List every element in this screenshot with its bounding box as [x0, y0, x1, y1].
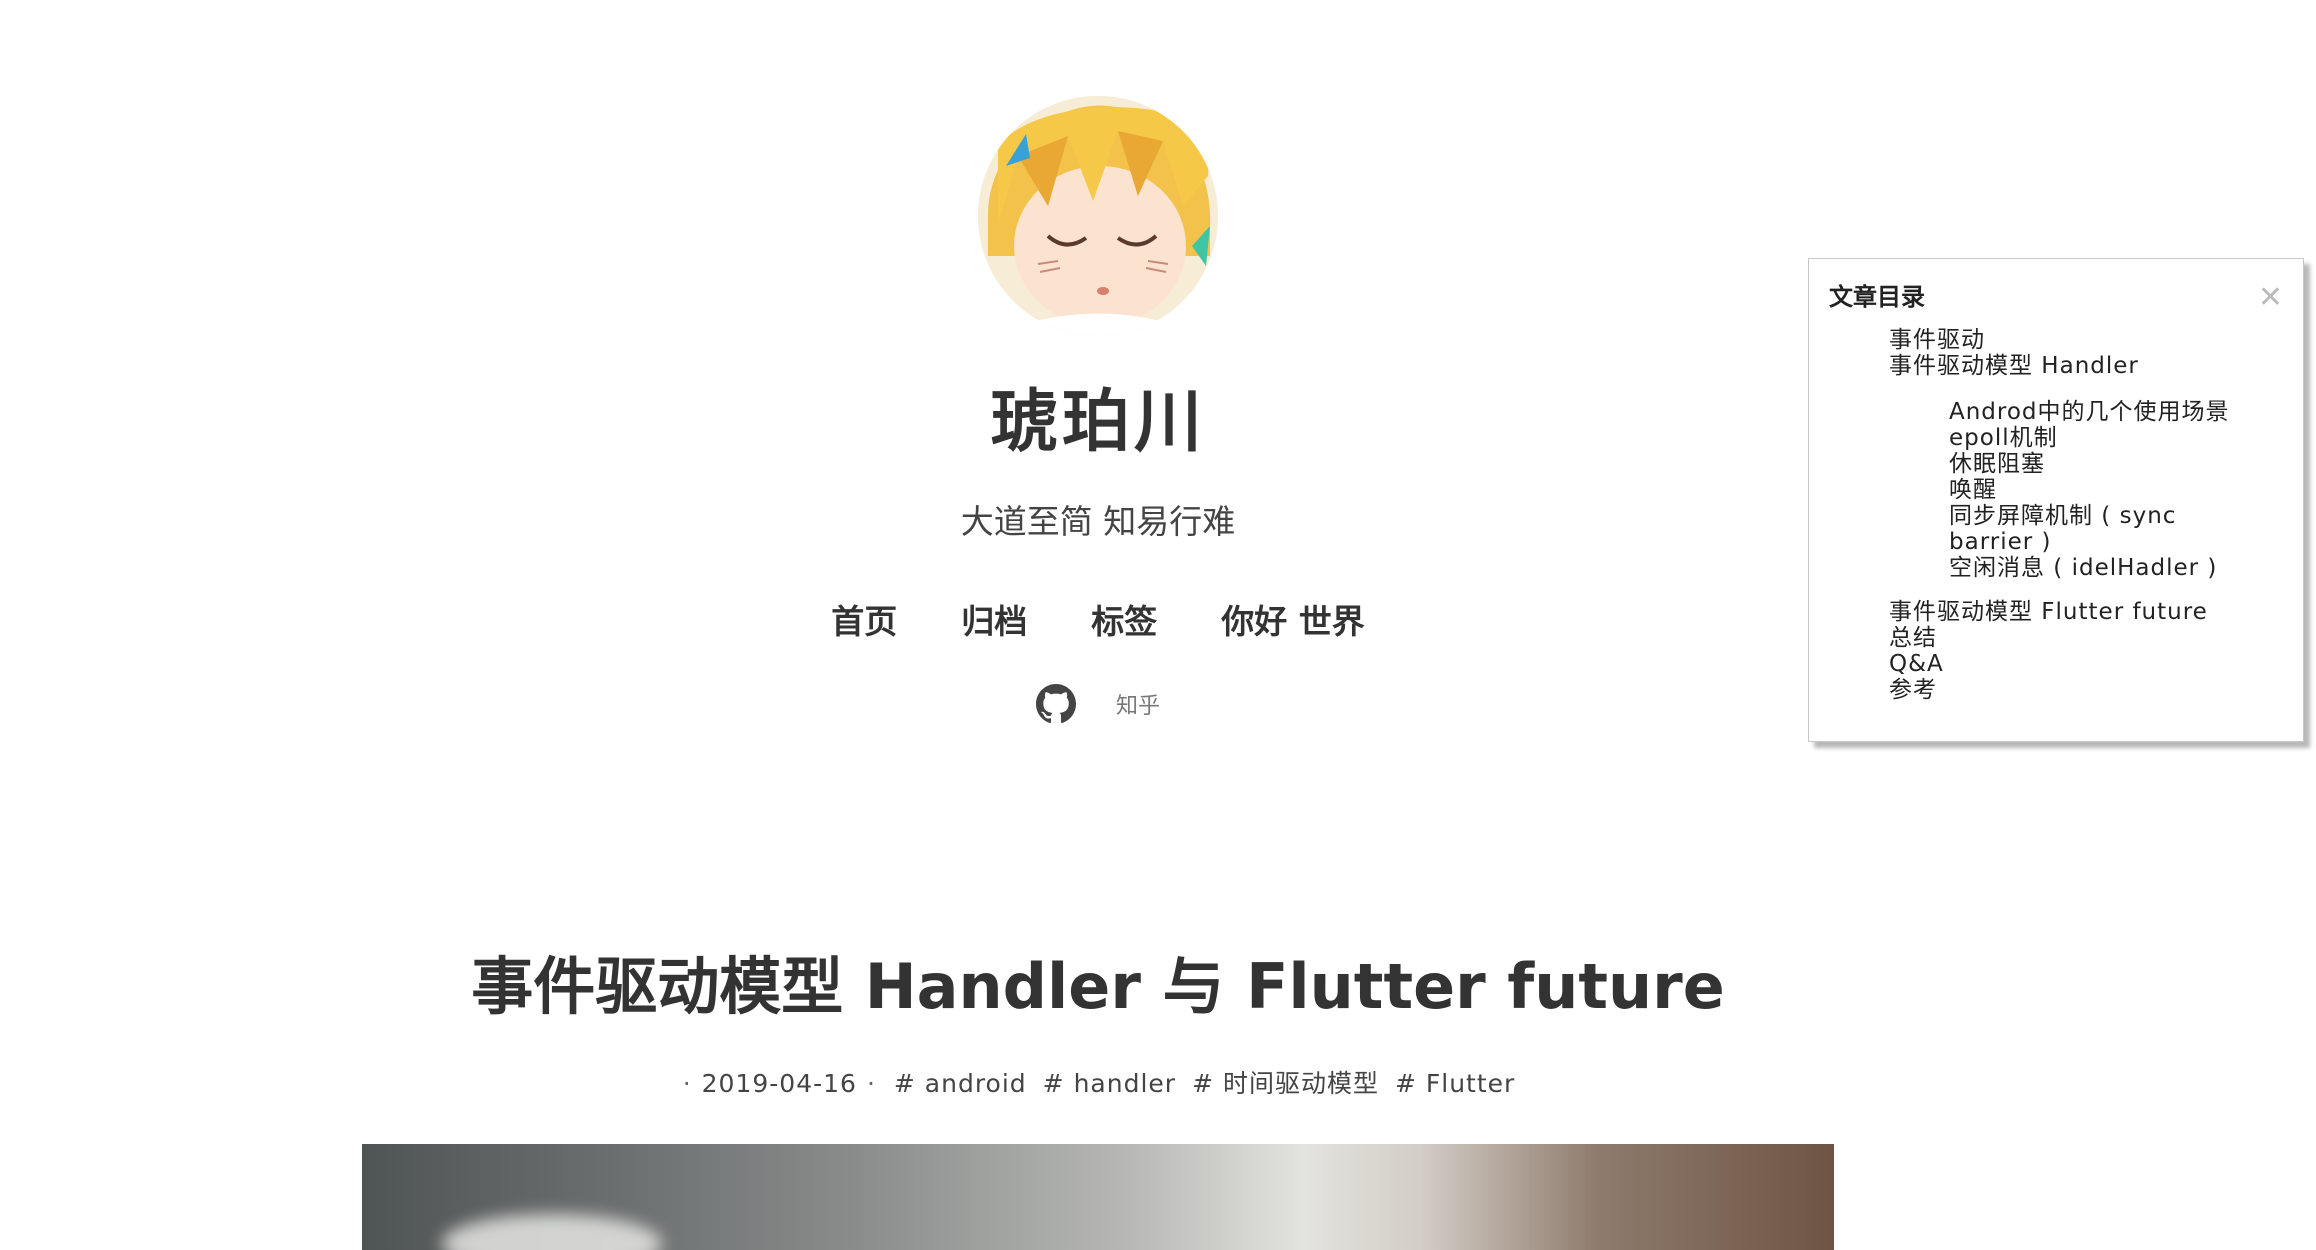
toc-list: 事件驱动 事件驱动模型 Handler Androd中的几个使用场景 epoll… — [1809, 327, 2303, 703]
post-cover-image — [362, 1144, 1834, 1250]
avatar-image — [978, 96, 1218, 336]
toc-panel: 文章目录 ✕ 事件驱动 事件驱动模型 Handler Androd中的几个使用场… — [1808, 258, 2304, 742]
nav-item-tags[interactable]: 标签 — [1091, 596, 1157, 648]
toc-item[interactable]: 事件驱动模型 Flutter future — [1809, 599, 2303, 625]
toc-item[interactable]: 唤醒 — [1809, 477, 2303, 503]
toc-item[interactable]: 事件驱动模型 Handler — [1809, 353, 2303, 379]
page: 琥珀川 大道至简 知易行难 首页 归档 标签 你好 世界 知乎 文章目录 ✕ 事… — [0, 0, 2316, 1250]
close-icon[interactable]: ✕ — [2258, 283, 2283, 313]
tag-link[interactable]: # handler — [1043, 1069, 1176, 1098]
toc-item[interactable]: Androd中的几个使用场景 — [1809, 399, 2303, 425]
toc-item[interactable]: 总结 — [1809, 625, 2303, 651]
toc-item[interactable]: 参考 — [1809, 677, 2303, 703]
toc-item[interactable]: 休眠阻塞 — [1809, 451, 2303, 477]
nav-item-archive[interactable]: 归档 — [961, 596, 1027, 648]
post-title[interactable]: 事件驱动模型 Handler 与 Flutter future — [0, 944, 2196, 1030]
github-icon[interactable] — [1035, 684, 1076, 724]
nav-item-home[interactable]: 首页 — [831, 596, 897, 648]
zhihu-link[interactable]: 知乎 — [1116, 688, 1160, 720]
toc-item[interactable]: 事件驱动 — [1809, 327, 2303, 353]
tag-link[interactable]: # Flutter — [1395, 1069, 1515, 1098]
tag-link[interactable]: # 时间驱动模型 — [1192, 1069, 1379, 1098]
tag-link[interactable]: # android — [894, 1069, 1027, 1098]
avatar[interactable] — [978, 96, 1218, 336]
meta-separator: · — [866, 1069, 876, 1098]
post-meta: · 2019-04-16 · # android # handler # 时间驱动模型 # … — [0, 1066, 2196, 1102]
toc-item[interactable]: epoll机制 — [1809, 425, 2303, 451]
nav-item-hello-world[interactable]: 你好 世界 — [1221, 596, 1365, 648]
toc-title: 文章目录 — [1829, 283, 1925, 311]
toc-item[interactable]: 空闲消息 ( idelHadler ) — [1809, 555, 2303, 581]
toc-item[interactable]: Q&A — [1809, 651, 2303, 677]
meta-separator: · — [682, 1069, 692, 1098]
toc-item[interactable]: 同步屏障机制 ( sync barrier ) — [1809, 503, 2249, 555]
post-date: 2019-04-16 — [701, 1069, 857, 1098]
